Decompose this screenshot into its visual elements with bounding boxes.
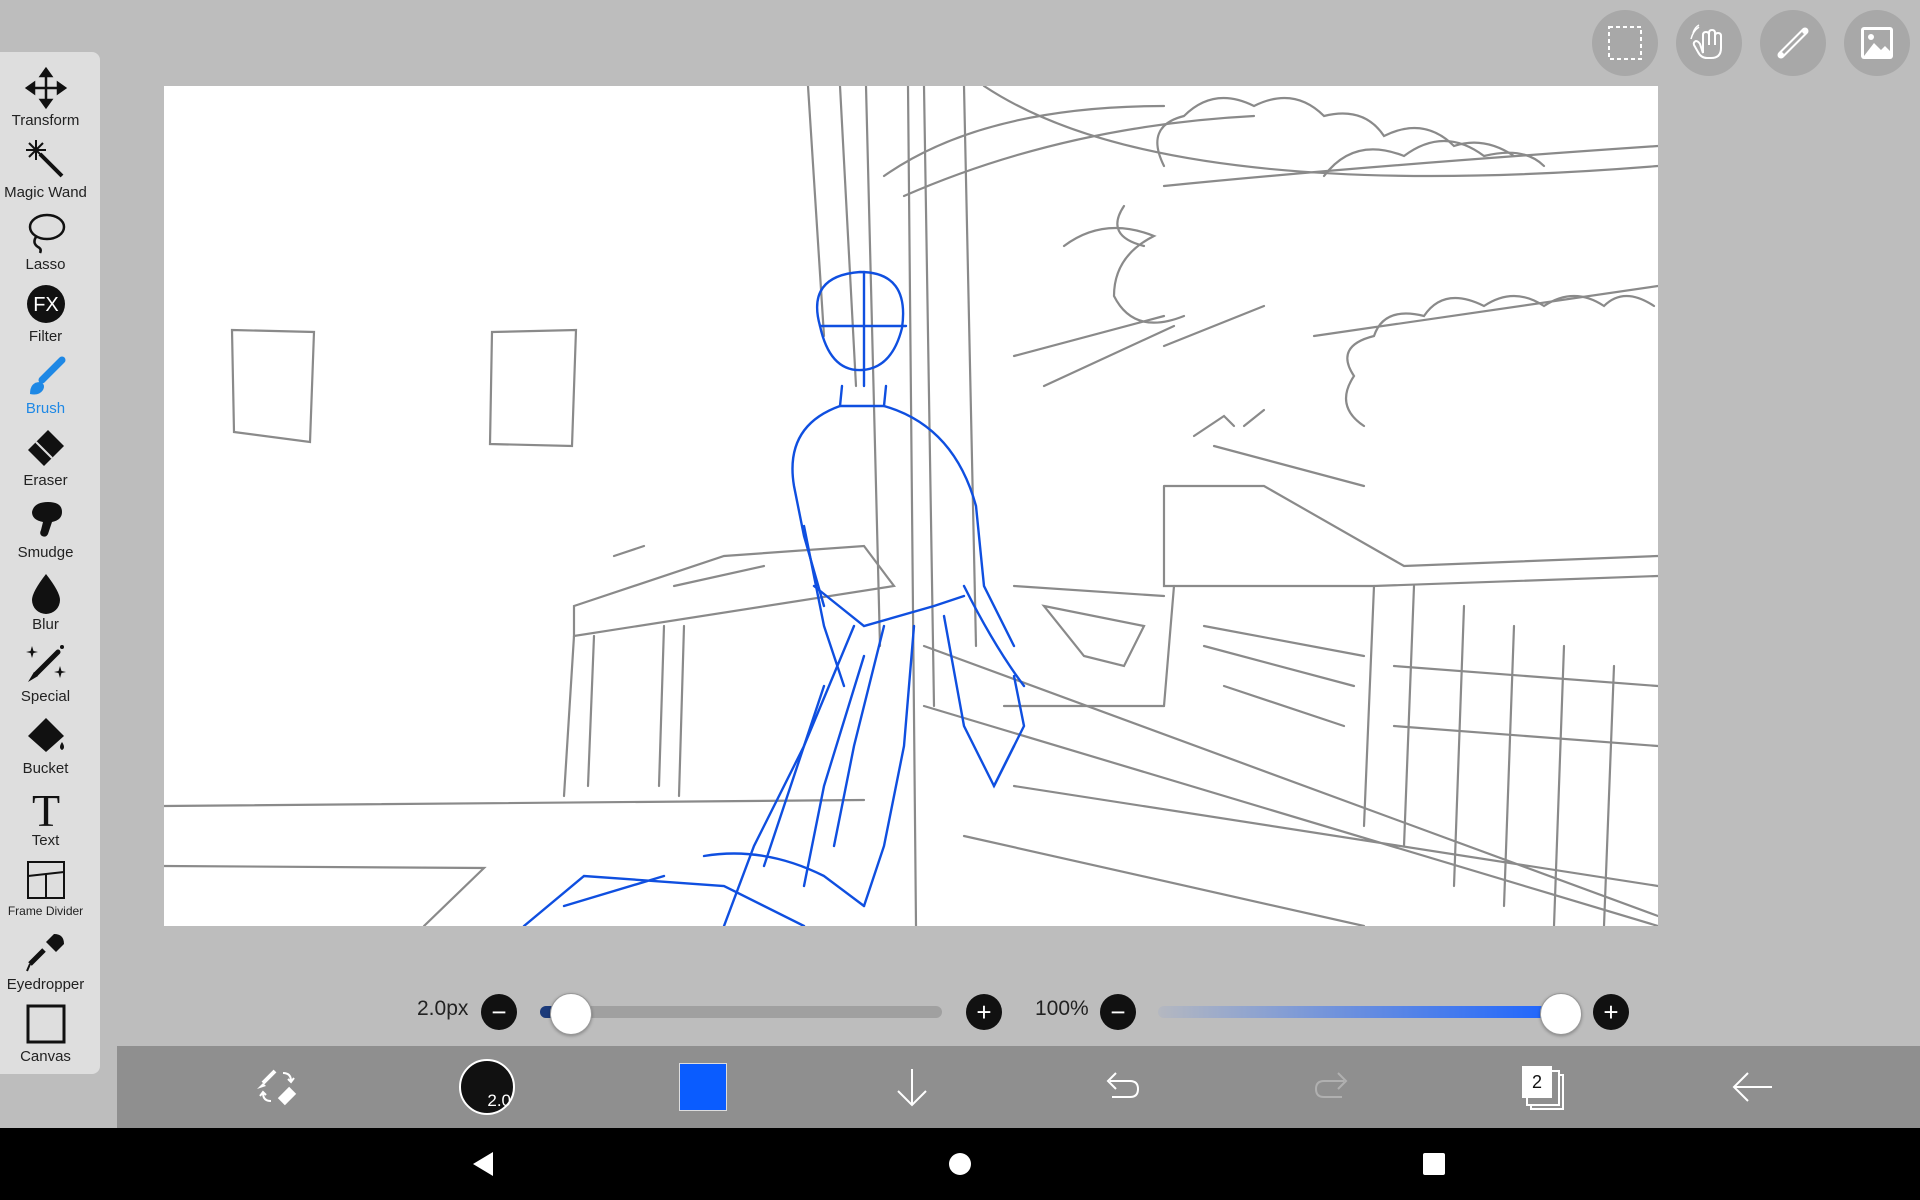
sparkle-brush-icon (25, 645, 66, 682)
ruler-icon (1777, 27, 1809, 59)
plus-icon: + (976, 997, 992, 1027)
hand-button[interactable] (1676, 10, 1742, 76)
tool-frame-divider[interactable]: Frame Divider (0, 852, 91, 924)
tool-smudge[interactable]: Smudge (0, 492, 91, 564)
selection-icon (1608, 26, 1642, 60)
layer-count: 2 (1531, 1071, 1542, 1092)
tool-label: Eraser (23, 472, 68, 489)
ruler-button[interactable] (1760, 10, 1826, 76)
brush-size-button[interactable]: 2.0 (459, 1046, 515, 1128)
opacity-decrease-button[interactable]: − (1100, 994, 1136, 1030)
back-arrow-icon (1732, 1072, 1772, 1102)
circle-home-icon (949, 1153, 971, 1175)
tool-magic-wand[interactable]: Magic Wand (0, 132, 91, 204)
tool-label: Filter (28, 328, 63, 345)
tool-label: Bucket (22, 760, 69, 777)
nav-home-button[interactable] (942, 1146, 978, 1182)
magic-wand-icon (25, 140, 63, 178)
undo-button[interactable] (1097, 1046, 1147, 1128)
opacity-thumb[interactable] (1540, 993, 1582, 1035)
tool-canvas[interactable]: Canvas (0, 996, 91, 1068)
brush-size-readout: 2.0px (417, 997, 469, 1020)
square-recents-icon (1423, 1153, 1445, 1175)
brush-size-increase-button[interactable]: + (966, 994, 1002, 1030)
swap-brush-eraser-button[interactable] (247, 1046, 307, 1128)
selection-button[interactable] (1592, 10, 1658, 76)
tool-eraser[interactable]: Eraser (0, 420, 91, 492)
tool-filter[interactable]: FX Filter (0, 276, 91, 348)
opacity-readout: 100% (1035, 997, 1089, 1020)
reference-image-button[interactable] (1844, 10, 1910, 76)
svg-text:T: T (31, 786, 59, 830)
minus-icon: − (1110, 997, 1126, 1027)
triangle-back-icon (473, 1152, 493, 1176)
tool-label: Lasso (25, 256, 66, 273)
arrow-down-icon (897, 1069, 927, 1107)
tool-brush[interactable]: Brush (0, 348, 91, 420)
brush-size-thumb[interactable] (550, 993, 592, 1035)
tool-blur[interactable]: Blur (0, 564, 91, 636)
tool-eyedropper[interactable]: Eyedropper (0, 924, 91, 996)
system-navigation-bar (0, 1128, 1920, 1200)
tool-label: Blur (32, 616, 59, 633)
color-picker-button[interactable] (677, 1046, 729, 1128)
tool-label: Transform (11, 112, 80, 129)
tool-special[interactable]: Special (0, 636, 91, 708)
undo-icon (1106, 1072, 1140, 1098)
nav-recents-button[interactable] (1416, 1146, 1452, 1182)
tool-label: Canvas (20, 1048, 71, 1065)
tool-text[interactable]: T Text (0, 780, 91, 852)
canvas-icon (26, 1004, 65, 1044)
minus-icon: − (491, 997, 507, 1027)
layer-down-button[interactable] (887, 1046, 937, 1128)
eraser-icon (27, 430, 64, 466)
brush-size-decrease-button[interactable]: − (481, 994, 517, 1030)
frame-divider-icon (26, 861, 65, 899)
current-color-swatch (679, 1063, 727, 1111)
redo-button[interactable] (1307, 1046, 1357, 1128)
tool-bucket[interactable]: Bucket (0, 708, 91, 780)
move-arrows-icon (24, 66, 67, 110)
tool-label: Special (20, 688, 71, 705)
hand-icon (1690, 24, 1722, 59)
brush-size-circle: 2.0 (459, 1059, 515, 1115)
layers-button[interactable]: 2 (1517, 1046, 1567, 1128)
tool-label: Magic Wand (4, 184, 87, 201)
swap-brush-eraser-icon (257, 1069, 297, 1106)
tool-lasso[interactable]: Lasso (0, 204, 91, 276)
bucket-icon (27, 718, 64, 752)
fx-icon: FX (26, 285, 65, 323)
text-t-icon: T (31, 786, 59, 830)
tool-sidebar: Transform Magic Wand Lasso FX Filter Bru… (0, 52, 100, 1074)
eyedropper-icon (25, 934, 64, 972)
tool-transform[interactable]: Transform (0, 60, 91, 132)
svg-text:FX: FX (33, 294, 59, 316)
opacity-track[interactable] (1158, 1006, 1562, 1018)
droplet-icon (31, 574, 60, 614)
layers-icon: 2 (1522, 1066, 1564, 1110)
tool-label: Text (31, 832, 60, 849)
sketch-artwork (164, 86, 1658, 926)
image-icon (1861, 27, 1893, 59)
blue-figure-sketch (522, 270, 1026, 926)
bottom-toolbar: 2.0 2 (117, 1046, 1920, 1128)
tool-label: Brush (25, 400, 66, 417)
tool-label: Frame Divider (7, 904, 84, 918)
lasso-icon (28, 213, 65, 254)
tool-label: Smudge (17, 544, 74, 561)
brush-size-track[interactable] (540, 1006, 942, 1018)
opacity-increase-button[interactable]: + (1593, 994, 1629, 1030)
brush-icon (29, 356, 65, 395)
redo-icon (1314, 1072, 1348, 1098)
gray-sketch-lines (164, 86, 1658, 926)
smudge-icon (31, 502, 62, 537)
plus-icon: + (1603, 997, 1619, 1027)
tool-label: Eyedropper (6, 976, 85, 993)
brush-size-badge: 2.0 (487, 1091, 511, 1110)
back-button[interactable] (1727, 1046, 1777, 1128)
drawing-canvas[interactable] (164, 86, 1658, 926)
nav-back-button[interactable] (466, 1146, 502, 1182)
